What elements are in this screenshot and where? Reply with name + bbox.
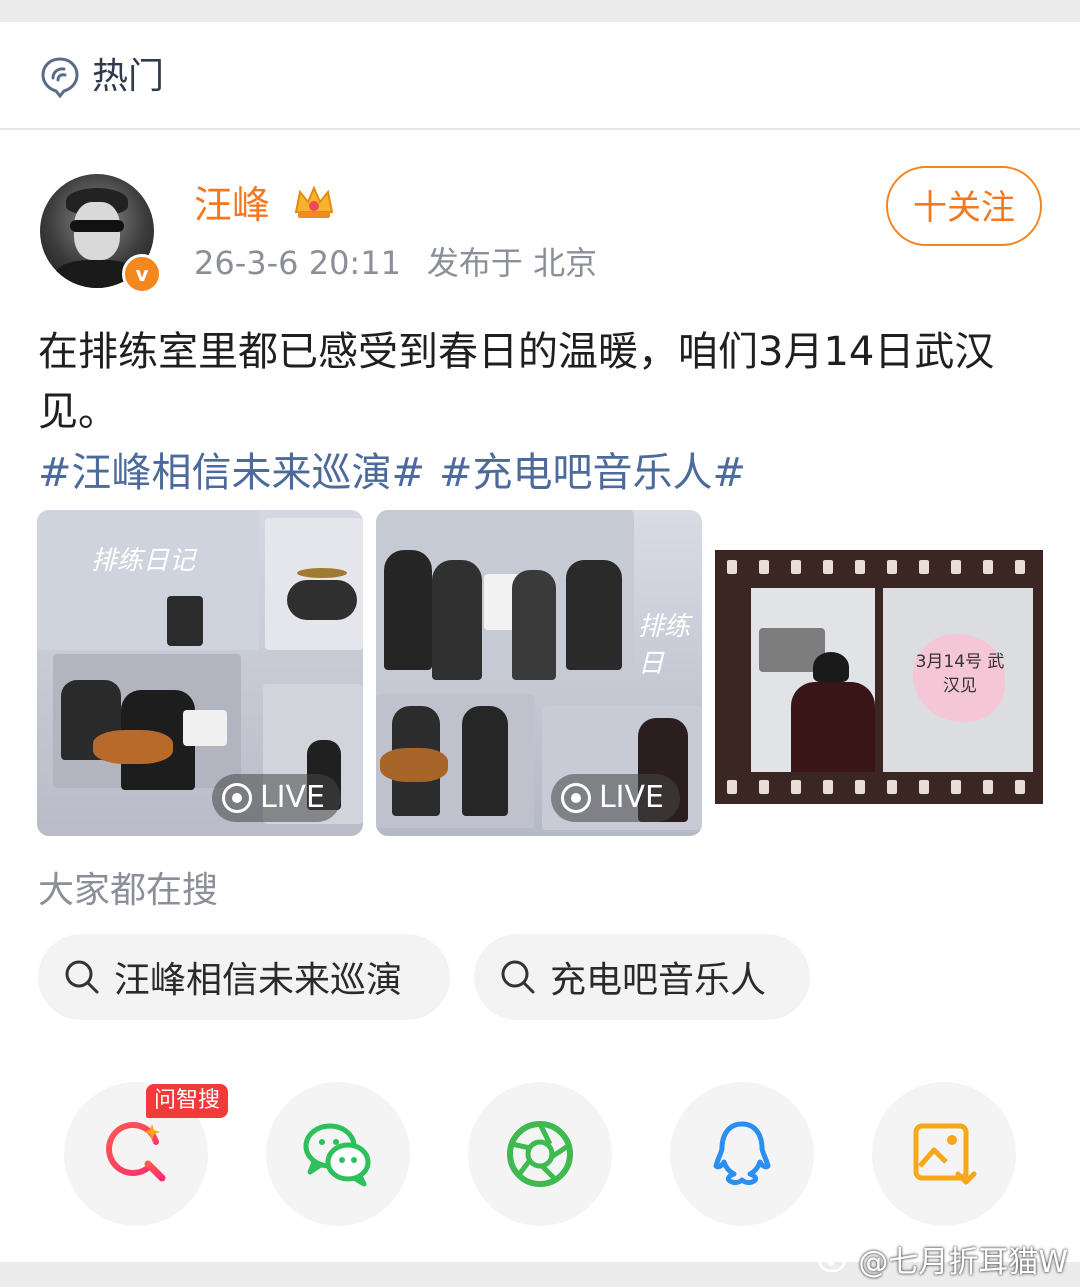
hashtag-list: #汪峰相信未来巡演# #充电吧音乐人# <box>38 444 746 502</box>
weibo-logo-icon <box>819 1246 851 1273</box>
search-chip-label: 充电吧音乐人 <box>550 960 767 1001</box>
search-chip[interactable]: 充电吧音乐人 <box>474 934 810 1020</box>
ai-search-icon <box>106 1122 166 1182</box>
handwritten-note: 3月14号 武汉见 <box>915 652 1005 696</box>
hashtag-link[interactable]: #汪峰相信未来巡演# <box>38 450 425 496</box>
qq-icon <box>713 1121 771 1186</box>
share-qq-button[interactable] <box>670 1082 814 1226</box>
share-moments-button[interactable] <box>468 1082 612 1226</box>
search-chip[interactable]: 汪峰相信未来巡演 <box>38 934 450 1020</box>
author-name[interactable]: 汪峰 <box>194 180 270 230</box>
save-image-icon <box>913 1123 977 1185</box>
hot-topic-icon <box>41 57 79 98</box>
live-badge: LIVE <box>550 774 680 822</box>
post-image-1[interactable]: 排练日记 LIVE <box>37 510 363 836</box>
image-overlay-text: 排练日 <box>638 612 691 679</box>
search-icon <box>501 960 535 994</box>
live-photo-icon <box>221 783 252 813</box>
image-overlay-text: 排练日记 <box>91 546 196 576</box>
post-timestamp: 26-3-6 20:11 <box>194 244 401 282</box>
share-wechat-button[interactable] <box>266 1082 410 1226</box>
post-image-3[interactable]: 3月14号 武汉见 <box>715 550 1043 804</box>
hashtag-link[interactable]: #充电吧音乐人# <box>439 450 746 496</box>
search-chip-label: 汪峰相信未来巡演 <box>114 960 403 1001</box>
search-section-title: 大家都在搜 <box>38 870 219 911</box>
verified-badge: v <box>122 254 162 294</box>
post-image-2[interactable]: 排练日 LIVE <box>376 510 702 836</box>
moments-icon <box>507 1121 573 1187</box>
post-location: 发布于 北京 <box>426 244 598 282</box>
post-meta: 26-3-6 20:11 发布于 北京 <box>194 240 597 286</box>
follow-button[interactable]: 十关注 <box>886 166 1042 246</box>
wechat-icon <box>303 1123 371 1187</box>
search-icon <box>65 960 99 994</box>
watermark: @七月折耳猫W <box>818 1237 1068 1281</box>
hot-section-header[interactable]: 热门 <box>0 22 1080 130</box>
save-image-button[interactable] <box>872 1082 1016 1226</box>
crown-icon <box>294 185 334 218</box>
live-photo-icon <box>560 783 591 813</box>
live-badge: LIVE <box>211 774 341 822</box>
hot-section-label: 热门 <box>92 56 165 97</box>
post-card: 热门 v 汪峰 26-3-6 20:11 发布于 北京 十关注 在排练室里都已感受… <box>0 22 1080 1262</box>
ai-search-tag: 问智搜 <box>146 1084 229 1118</box>
post-text: 在排练室里都已感受到春日的温暖，咱们3月14日武汉见。 <box>38 329 995 435</box>
